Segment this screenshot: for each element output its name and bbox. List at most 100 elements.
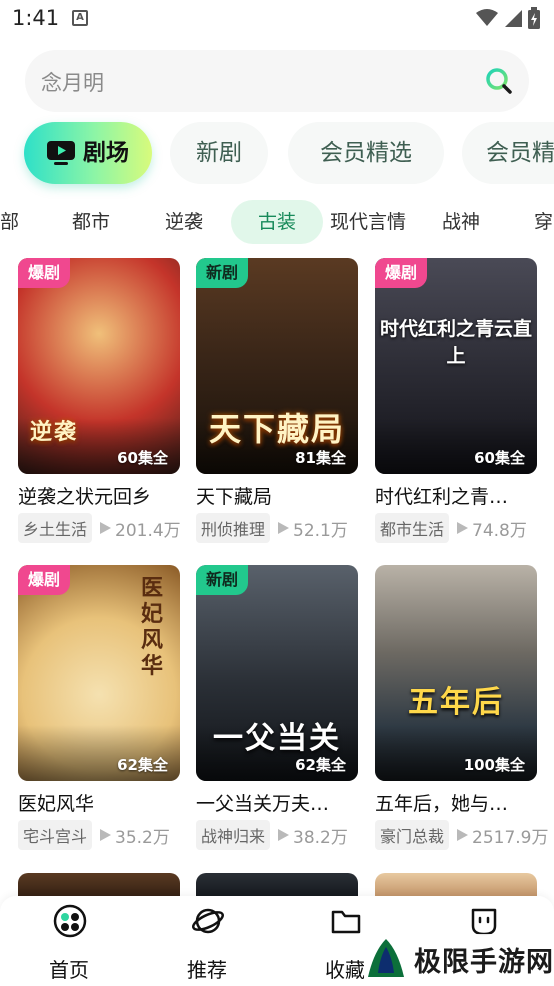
category-item[interactable]: 都市: [72, 200, 110, 244]
view-count-value: 38.2万: [293, 827, 348, 848]
poster[interactable]: 逆袭 爆剧 60集全: [18, 258, 180, 474]
genre-tag: 宅斗宫斗: [18, 820, 93, 850]
tab-new-drama[interactable]: 新剧: [170, 122, 268, 184]
nav-recommend-label: 推荐: [187, 958, 227, 982]
face-icon: [471, 908, 497, 936]
card-title[interactable]: 逆袭之状元回乡: [18, 482, 180, 509]
tab-theater-label: 剧场: [83, 140, 129, 166]
view-count-value: 2517.9万: [472, 827, 549, 848]
new-badge: 新剧: [196, 258, 249, 288]
folder-icon: [331, 910, 361, 934]
drama-card[interactable]: 时代红利之青云直上 爆剧 60集全 时代红利之青… 都市生活 74.8万: [375, 258, 537, 548]
poster[interactable]: 医妃风华 爆剧 62集全: [18, 565, 180, 781]
episode-count: 62集全: [117, 756, 168, 774]
tab-new-drama-label: 新剧: [196, 140, 242, 166]
status-icons: [476, 7, 540, 29]
status-bar: 1:41 A: [0, 0, 554, 38]
card-title[interactable]: 一父当关万夫…: [196, 789, 358, 816]
watermark: 极限手游网: [364, 934, 554, 984]
view-count: 201.4万: [98, 516, 181, 541]
card-meta: 乡土生活 201.4万: [18, 513, 181, 543]
card-title[interactable]: 天下藏局: [196, 482, 358, 509]
view-count-value: 201.4万: [115, 520, 181, 541]
genre-tag: 都市生活: [375, 513, 450, 543]
view-count: 38.2万: [276, 823, 348, 848]
play-icon: [457, 829, 469, 841]
poster-title: 一父当关: [213, 721, 341, 756]
genre-tag: 乡土生活: [18, 513, 93, 543]
new-badge: 新剧: [196, 565, 249, 595]
view-count-value: 74.8万: [472, 520, 527, 541]
poster-title: 天下藏局: [208, 410, 345, 448]
watermark-text: 极限手游网: [414, 946, 554, 978]
tab-vip-more[interactable]: 会员精: [462, 122, 554, 184]
category-item[interactable]: 部: [0, 200, 19, 244]
drama-card[interactable]: 逆袭 爆剧 60集全 逆袭之状元回乡 乡土生活 201.4万: [18, 258, 181, 548]
play-icon: [278, 522, 290, 534]
card-title[interactable]: 医妃风华: [18, 789, 180, 816]
category-item[interactable]: 现代言情: [330, 200, 406, 244]
search-bar[interactable]: 念月明: [25, 50, 529, 112]
search-input[interactable]: 念月明: [41, 67, 104, 97]
view-count: 74.8万: [455, 516, 527, 541]
planet-icon: [192, 908, 224, 934]
episode-count: 60集全: [117, 449, 168, 467]
card-meta: 豪门总裁 2517.9万: [375, 820, 549, 850]
hot-badge: 爆剧: [18, 565, 71, 595]
category-item-active[interactable]: 古装: [231, 200, 323, 244]
poster-title: 逆袭: [30, 419, 79, 445]
nav-home-label: 首页: [49, 958, 89, 982]
play-icon: [100, 522, 112, 534]
tab-vip-more-label: 会员精: [486, 140, 554, 166]
nav-recommend[interactable]: 推荐: [162, 896, 252, 986]
card-title[interactable]: 五年后，她与…: [375, 789, 537, 816]
view-count-value: 52.1万: [293, 520, 348, 541]
poster-title: 医妃风华: [140, 575, 165, 679]
tab-vip-picks-label: 会员精选: [320, 140, 412, 166]
card-meta: 战神归来 38.2万: [196, 820, 348, 850]
card-meta: 宅斗宫斗 35.2万: [18, 820, 170, 850]
poster-title: 时代红利之青云直上: [379, 318, 532, 367]
card-meta: 刑侦推理 52.1万: [196, 513, 348, 543]
category-item[interactable]: 逆袭: [165, 200, 203, 244]
category-item[interactable]: 穿: [534, 200, 553, 244]
tv-play-icon: [47, 141, 75, 165]
signal-icon: [505, 10, 522, 27]
status-time: 1:41: [12, 6, 60, 30]
poster[interactable]: 一父当关 新剧 62集全: [196, 565, 358, 781]
hot-badge: 爆剧: [375, 258, 428, 288]
category-row: 部 都市 逆袭 古装 现代言情 战神 穿: [0, 200, 554, 244]
episode-count: 62集全: [295, 756, 346, 774]
view-count: 2517.9万: [455, 823, 549, 848]
view-count: 52.1万: [276, 516, 348, 541]
genre-tag: 豪门总裁: [375, 820, 450, 850]
home-dots-icon: [53, 904, 87, 938]
battery-icon: [528, 7, 540, 29]
tab-theater[interactable]: 剧场: [24, 122, 152, 184]
play-icon: [457, 522, 469, 534]
wifi-icon: [476, 9, 498, 26]
poster[interactable]: 时代红利之青云直上 爆剧 60集全: [375, 258, 537, 474]
top-tabs: 剧场 新剧 会员精选 会员精: [0, 122, 554, 186]
poster[interactable]: 五年后 100集全: [375, 565, 537, 781]
category-item[interactable]: 战神: [442, 200, 480, 244]
genre-tag: 刑侦推理: [196, 513, 271, 543]
tab-vip-picks[interactable]: 会员精选: [288, 122, 444, 184]
drama-card[interactable]: 一父当关 新剧 62集全 一父当关万夫… 战神归来 38.2万: [196, 565, 358, 855]
hot-badge: 爆剧: [18, 258, 71, 288]
search-icon[interactable]: [485, 67, 513, 95]
poster-title: 五年后: [408, 685, 504, 720]
notification-icon: A: [72, 10, 88, 26]
drama-card[interactable]: 医妃风华 爆剧 62集全 医妃风华 宅斗宫斗 35.2万: [18, 565, 180, 855]
episode-count: 100集全: [463, 756, 525, 774]
genre-tag: 战神归来: [196, 820, 271, 850]
play-icon: [100, 829, 112, 841]
view-count: 35.2万: [98, 823, 170, 848]
nav-home[interactable]: 首页: [24, 896, 114, 986]
play-icon: [278, 829, 290, 841]
drama-card[interactable]: 五年后 100集全 五年后，她与… 豪门总裁 2517.9万: [375, 565, 549, 855]
poster[interactable]: 天下藏局 新剧 81集全: [196, 258, 358, 474]
drama-card[interactable]: 天下藏局 新剧 81集全 天下藏局 刑侦推理 52.1万: [196, 258, 358, 548]
card-meta: 都市生活 74.8万: [375, 513, 527, 543]
card-title[interactable]: 时代红利之青…: [375, 482, 537, 509]
